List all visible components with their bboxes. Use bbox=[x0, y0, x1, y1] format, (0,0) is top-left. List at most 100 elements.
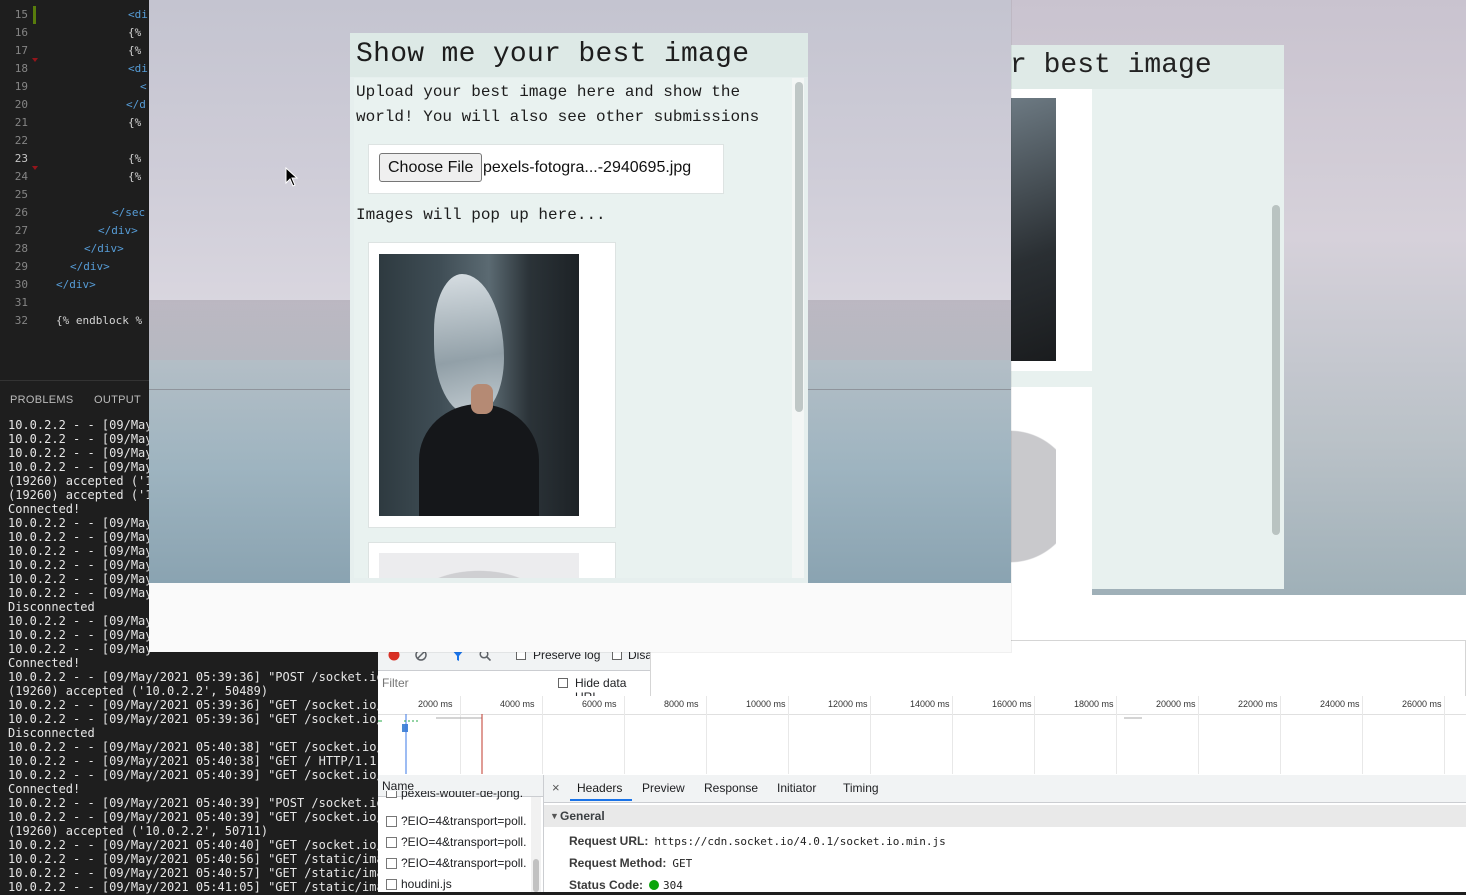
selected-file-name: pexels-fotogra...-2940695.jpg bbox=[483, 159, 692, 176]
code-line[interactable]: 29 </div> bbox=[0, 258, 150, 276]
line-code: </div> bbox=[56, 278, 96, 291]
line-code: {% bbox=[128, 116, 142, 129]
ghost-image bbox=[1010, 398, 1056, 595]
submitted-image[interactable] bbox=[379, 254, 579, 516]
code-line[interactable]: 19 < bbox=[0, 78, 150, 96]
timeline-tick-label: 2000 ms bbox=[418, 699, 453, 709]
tab-response[interactable]: Response bbox=[704, 781, 758, 795]
terminal-line: 10.0.2.2 - - [09/May/2021 05:40:56] "GET… bbox=[8, 852, 380, 866]
status-code-value: 304 bbox=[663, 879, 683, 892]
code-line[interactable]: 26 </sec bbox=[0, 204, 150, 222]
code-line[interactable]: 22 bbox=[0, 132, 150, 150]
upload-description: Upload your best image here and show the… bbox=[356, 83, 760, 126]
request-url-row: Request URL: https://cdn.socket.io/4.0.1/… bbox=[569, 834, 946, 848]
code-line[interactable]: 30 </div> bbox=[0, 276, 150, 294]
hide-data-urls-checkbox[interactable] bbox=[558, 678, 568, 688]
terminal-line: Disconnected bbox=[8, 726, 95, 740]
tab-preview[interactable]: Preview bbox=[642, 781, 685, 795]
request-row[interactable]: ?EIO=4&transport=poll. bbox=[378, 811, 528, 832]
code-line[interactable]: 15 <di bbox=[0, 6, 150, 24]
timeline-tick-label: 8000 ms bbox=[664, 699, 699, 709]
request-method-key: Request Method: bbox=[569, 856, 667, 870]
line-number: 24 bbox=[14, 170, 28, 183]
code-line[interactable]: 25 bbox=[0, 186, 150, 204]
timeline-tick-label: 18000 ms bbox=[1074, 699, 1114, 709]
code-line[interactable]: 16 {% bbox=[0, 24, 150, 42]
line-number: 27 bbox=[14, 224, 28, 237]
code-line[interactable]: 32 {% endblock % bbox=[0, 312, 150, 330]
timeline-tick-label: 10000 ms bbox=[746, 699, 786, 709]
choose-file-button[interactable]: Choose File bbox=[379, 153, 483, 182]
line-code: </div> bbox=[98, 224, 138, 237]
line-number: 26 bbox=[14, 206, 28, 219]
terminal-line: 10.0.2.2 - - [09/May/2021 05:39:36] "GET… bbox=[8, 698, 380, 712]
code-line[interactable]: 20 </d bbox=[0, 96, 150, 114]
status-code-key: Status Code: bbox=[569, 878, 644, 892]
tab-initiator[interactable]: Initiator bbox=[777, 781, 816, 795]
code-line[interactable]: 31 bbox=[0, 294, 150, 312]
line-code: {% endblock % bbox=[56, 314, 143, 327]
code-line[interactable]: 24 {% bbox=[0, 168, 150, 186]
terminal-line: 10.0.2.2 - - [09/May/2021 05:40:39] "POS… bbox=[8, 796, 380, 810]
code-line[interactable]: 27 </div> bbox=[0, 222, 150, 240]
line-number: 17 bbox=[14, 44, 28, 57]
request-checkbox[interactable] bbox=[386, 791, 397, 798]
status-code-row: Status Code: 304 bbox=[569, 878, 683, 892]
line-code: {% bbox=[128, 152, 142, 165]
terminal-line: 10.0.2.2 - - [09/May/2021 05:40:40] "GET… bbox=[8, 838, 380, 852]
line-code: </sec bbox=[112, 206, 146, 219]
request-checkbox[interactable] bbox=[386, 879, 397, 890]
timeline-overview[interactable] bbox=[378, 714, 1466, 774]
line-number: 22 bbox=[14, 134, 28, 147]
request-name: ?EIO=4&transport=poll. bbox=[401, 856, 527, 870]
tab-output[interactable]: OUTPUT bbox=[94, 394, 141, 406]
line-code: {% bbox=[128, 170, 142, 183]
terminal-line: 10.0.2.2 - - [09/May/2021 05:40:38] "GET… bbox=[8, 754, 380, 768]
line-number: 29 bbox=[14, 260, 28, 273]
terminal-line: 10.0.2.2 - - [09/May/2021 05:39:36] "POS… bbox=[8, 670, 380, 684]
page-title: Show me your best image bbox=[356, 39, 750, 70]
upload-panel: Upload your best image here and show the… bbox=[354, 78, 804, 578]
request-checkbox[interactable] bbox=[386, 858, 397, 869]
request-url-key: Request URL: bbox=[569, 834, 649, 848]
terminal-line: Connected! bbox=[8, 656, 81, 670]
code-line[interactable]: 21 {% bbox=[0, 114, 150, 132]
tab-problems[interactable]: PROBLEMS bbox=[10, 394, 74, 406]
submitted-image[interactable] bbox=[379, 553, 579, 578]
timeline-tick-label: 22000 ms bbox=[1238, 699, 1278, 709]
file-picker: Choose File pexels-fotogra...-2940695.jp… bbox=[368, 144, 724, 194]
close-icon[interactable]: × bbox=[552, 780, 560, 795]
request-name: ?EIO=4&transport=poll. bbox=[401, 835, 527, 849]
code-line[interactable]: 18 <di bbox=[0, 60, 150, 78]
line-number: 20 bbox=[14, 98, 28, 111]
request-checkbox[interactable] bbox=[386, 816, 397, 827]
timeline-tick-label: 16000 ms bbox=[992, 699, 1032, 709]
timeline-tick-label: 14000 ms bbox=[910, 699, 950, 709]
request-row[interactable]: ?EIO=4&transport=poll. bbox=[378, 853, 528, 874]
tab-headers[interactable]: Headers bbox=[577, 781, 622, 795]
line-number: 21 bbox=[14, 116, 28, 129]
terminal-line: 10.0.2.2 - - [09/May/2021 05:40:57] "GET… bbox=[8, 866, 380, 880]
terminal-line: (19260) accepted ('10.0.2.2', 50489) bbox=[8, 684, 269, 698]
code-line[interactable]: 28 </div> bbox=[0, 240, 150, 258]
ghost-scrollbar bbox=[1272, 205, 1280, 535]
background-browser-window: r best image bbox=[1010, 0, 1466, 595]
request-details: × Headers Preview Response Initiator Tim… bbox=[544, 775, 1466, 892]
filter-input[interactable] bbox=[380, 674, 544, 692]
request-checkbox[interactable] bbox=[386, 837, 397, 848]
ghost-page-title: r best image bbox=[1010, 50, 1212, 81]
line-number: 15 bbox=[14, 8, 28, 21]
request-row[interactable]: ?EIO=4&transport=poll. bbox=[378, 832, 528, 853]
page-background: Show me your best image Upload your best… bbox=[149, 0, 1011, 583]
images-placeholder-text: Images will pop up here... bbox=[356, 206, 606, 224]
request-name: ?EIO=4&transport=poll. bbox=[401, 814, 527, 828]
code-editor[interactable]: 15 <di 16 {% 17 {% 18 <di 19 <20 </d 21 {% 22 23 {% 24 {%… bbox=[0, 0, 150, 380]
terminal-line: 10.0.2.2 - - [09/May/2021 05:40:39] "GET… bbox=[8, 768, 380, 782]
tab-timing[interactable]: Timing bbox=[843, 781, 879, 795]
general-section-header[interactable]: ▼ General bbox=[544, 805, 1466, 827]
code-line[interactable]: 23 {% bbox=[0, 150, 150, 168]
panel-scroll-thumb[interactable] bbox=[795, 82, 803, 412]
request-row[interactable]: pexels-wouter-de-jong. bbox=[378, 791, 528, 801]
code-line[interactable]: 17 {% bbox=[0, 42, 150, 60]
line-number: 23 bbox=[14, 152, 28, 165]
